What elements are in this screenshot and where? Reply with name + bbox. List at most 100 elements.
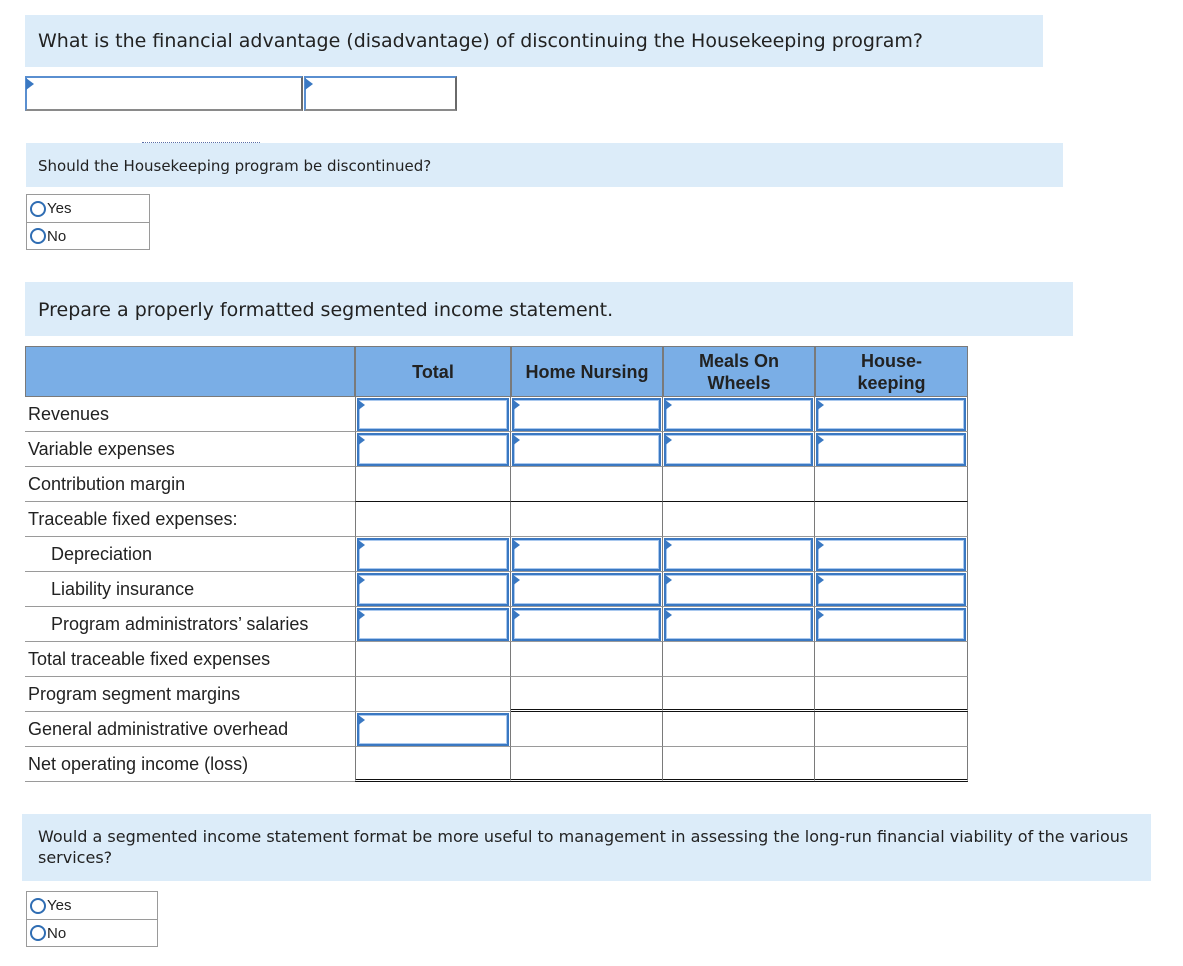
- radio-button-icon[interactable]: [30, 200, 46, 217]
- amount-input[interactable]: [512, 608, 661, 641]
- amount-input[interactable]: [664, 433, 813, 466]
- amount-input[interactable]: [357, 608, 509, 641]
- table-cell: [511, 397, 663, 432]
- table-cell: [663, 432, 815, 467]
- amount-input[interactable]: [664, 398, 813, 431]
- table-cell: [511, 537, 663, 572]
- row-label: Contribution margin: [25, 467, 355, 502]
- table-cell: [355, 397, 511, 432]
- table-cell: [663, 537, 815, 572]
- table-cell: [355, 712, 511, 747]
- amount-input[interactable]: [357, 538, 509, 571]
- radio-label: No: [47, 924, 67, 942]
- useful-option-no[interactable]: No: [27, 919, 157, 946]
- radio-label: No: [47, 227, 67, 245]
- amount-input[interactable]: [512, 433, 661, 466]
- table-cell: [815, 747, 968, 782]
- amount-input[interactable]: [816, 538, 966, 571]
- table-cell: [355, 502, 511, 537]
- table-cell: [815, 397, 968, 432]
- discontinue-radio-group: Yes No: [26, 194, 150, 250]
- table-cell: [355, 677, 511, 712]
- table-cell: [815, 642, 968, 677]
- table-cell: [663, 712, 815, 747]
- column-header-housekeeping: House- keeping: [815, 346, 968, 397]
- discontinue-option-yes[interactable]: Yes: [27, 195, 149, 222]
- row-label: Liability insurance: [25, 572, 355, 607]
- column-header-blank: [25, 346, 355, 397]
- radio-button-icon[interactable]: [30, 925, 46, 941]
- amount-input[interactable]: [816, 398, 966, 431]
- table-cell: [663, 747, 815, 782]
- table-cell: [815, 467, 968, 502]
- amount-input[interactable]: [512, 573, 661, 606]
- column-header-label: Home Nursing: [525, 361, 649, 382]
- column-header-meals-on-wheels: Meals On Wheels: [663, 346, 815, 397]
- table-cell: [355, 642, 511, 677]
- table-cell: [815, 607, 968, 642]
- table-cell: [511, 747, 663, 782]
- table-cell: [815, 572, 968, 607]
- question-2-prompt-box: Should the Housekeeping program be disco…: [26, 143, 1063, 187]
- discontinue-option-no[interactable]: No: [27, 222, 149, 249]
- amount-input[interactable]: [512, 398, 661, 431]
- table-cell: [355, 607, 511, 642]
- table-cell: [663, 607, 815, 642]
- table-cell: [815, 432, 968, 467]
- amount-input[interactable]: [664, 538, 813, 571]
- table-cell: [355, 537, 511, 572]
- column-header-label: House- keeping: [857, 350, 926, 393]
- amount-input[interactable]: [357, 713, 509, 746]
- row-label: Revenues: [25, 397, 355, 432]
- question-1-prompt-box: What is the financial advantage (disadva…: [25, 15, 1043, 67]
- amount-input[interactable]: [357, 398, 509, 431]
- question-1-prompt: What is the financial advantage (disadva…: [38, 30, 923, 52]
- radio-button-icon[interactable]: [30, 228, 46, 244]
- table-cell: [355, 747, 511, 782]
- question-4-prompt: Would a segmented income statement forma…: [38, 827, 1129, 867]
- table-cell: [663, 502, 815, 537]
- table-cell: [815, 502, 968, 537]
- useful-option-yes[interactable]: Yes: [27, 892, 157, 919]
- row-label: Traceable fixed expenses:: [25, 502, 355, 537]
- row-label: Program administrators’ salaries: [25, 607, 355, 642]
- row-label: Total traceable fixed expenses: [25, 642, 355, 677]
- table-cell: [511, 677, 663, 712]
- table-cell: [511, 432, 663, 467]
- row-label: Variable expenses: [25, 432, 355, 467]
- amount-input[interactable]: [357, 573, 509, 606]
- amount-input[interactable]: [664, 573, 813, 606]
- question-3-prompt-box: Prepare a properly formatted segmented i…: [25, 282, 1073, 336]
- table-cell: [663, 642, 815, 677]
- radio-label: Yes: [47, 200, 72, 217]
- column-header-home-nursing: Home Nursing: [511, 346, 663, 397]
- column-header-label: Meals On Wheels: [698, 350, 780, 393]
- table-cell: [355, 432, 511, 467]
- table-cell: [663, 677, 815, 712]
- amount-input[interactable]: [664, 608, 813, 641]
- segmented-useful-radio-group: Yes No: [26, 891, 158, 947]
- row-label: Net operating income (loss): [25, 747, 355, 782]
- table-cell: [511, 607, 663, 642]
- row-label: General administrative overhead: [25, 712, 355, 747]
- question-3-prompt: Prepare a properly formatted segmented i…: [38, 299, 614, 321]
- table-cell: [511, 572, 663, 607]
- row-label: Depreciation: [25, 537, 355, 572]
- table-cell: [815, 677, 968, 712]
- column-header-label: Total: [412, 361, 454, 382]
- amount-input[interactable]: [816, 573, 966, 606]
- advantage-label-input[interactable]: [25, 76, 303, 111]
- radio-button-icon[interactable]: [30, 897, 46, 914]
- table-cell: [355, 572, 511, 607]
- amount-input[interactable]: [512, 538, 661, 571]
- amount-input[interactable]: [816, 433, 966, 466]
- table-cell: [663, 467, 815, 502]
- question-4-prompt-box: Would a segmented income statement forma…: [22, 814, 1151, 881]
- question-2-prompt: Should the Housekeeping program be disco…: [38, 157, 432, 175]
- amount-input[interactable]: [816, 608, 966, 641]
- amount-input[interactable]: [357, 433, 509, 466]
- table-cell: [663, 397, 815, 432]
- advantage-amount-input[interactable]: [304, 76, 457, 111]
- table-cell: [511, 467, 663, 502]
- table-cell: [355, 467, 511, 502]
